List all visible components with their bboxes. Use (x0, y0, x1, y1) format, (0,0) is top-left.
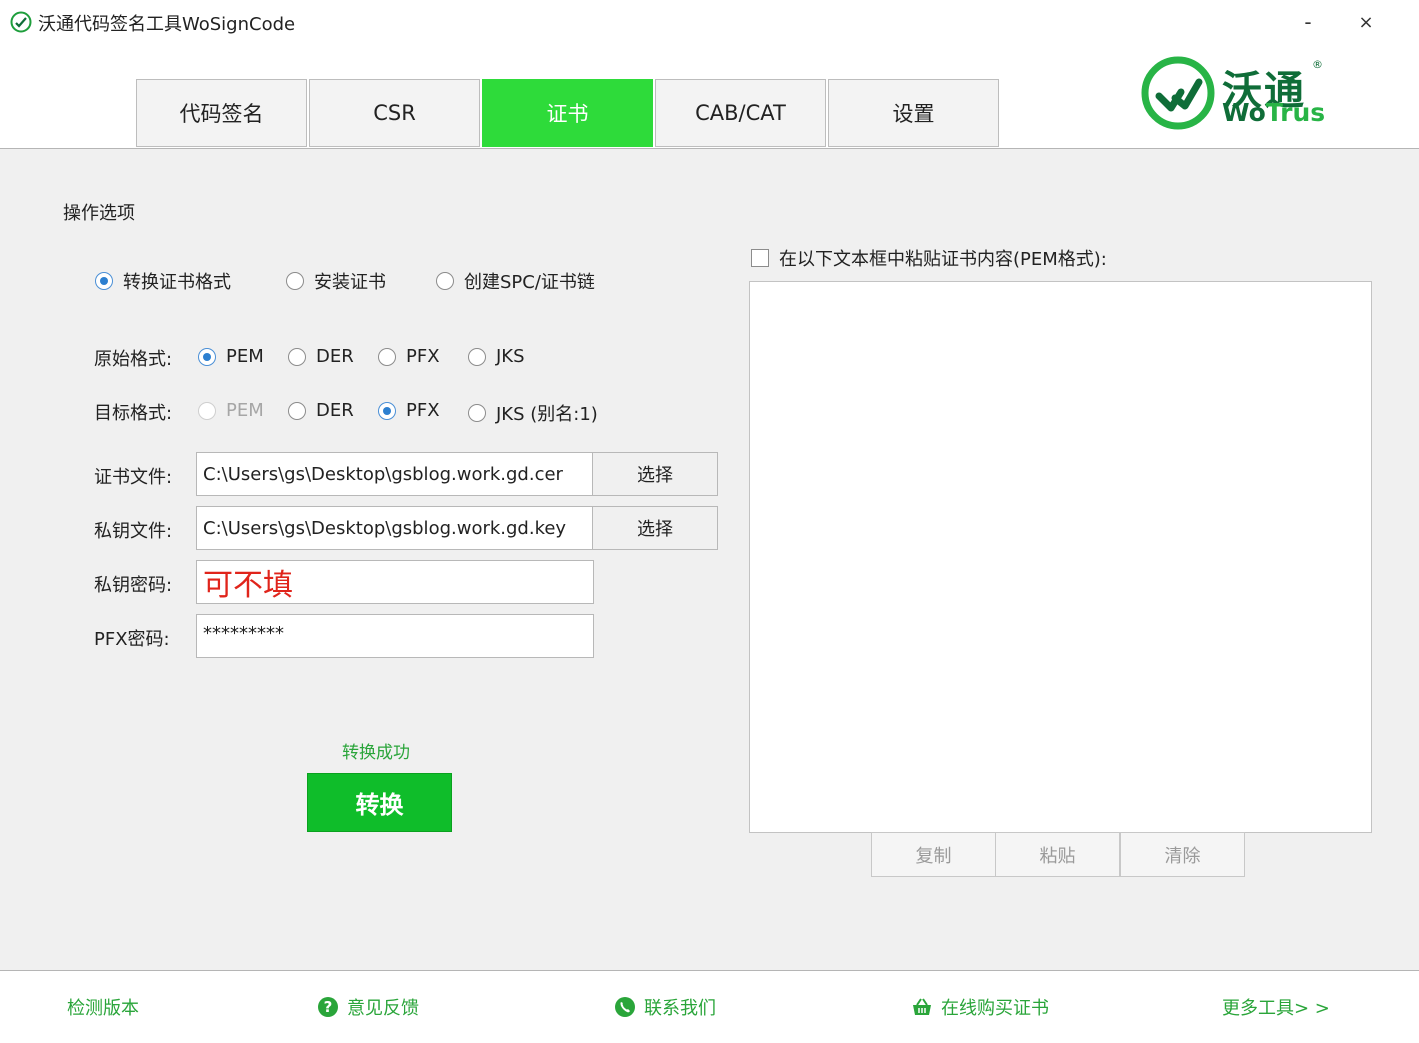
key-file-choose-button[interactable]: 选择 (592, 506, 718, 550)
paste-button[interactable]: 粘贴 (995, 832, 1120, 877)
check-version-label: 检测版本 (67, 998, 139, 1019)
minimize-button[interactable]: - (1296, 10, 1320, 38)
tab-cab-cat[interactable]: CAB/CAT (655, 79, 826, 147)
radio-indicator (288, 347, 306, 366)
radio-source-pfx[interactable]: PFX (378, 346, 440, 367)
radio-label: 创建SPC/证书链 (464, 272, 595, 293)
contact-label: 联系我们 (644, 998, 716, 1019)
target-format-label: 目标格式: (94, 403, 173, 424)
paste-pem-checkbox[interactable] (751, 249, 769, 267)
radio-label: DER (316, 400, 354, 421)
optional-annotation: 可不填 (203, 568, 293, 603)
radio-label: DER (316, 346, 354, 367)
buy-cert-link[interactable]: 在线购买证书 (911, 994, 1049, 1020)
radio-indicator (198, 401, 216, 420)
radio-indicator (378, 347, 396, 366)
pfx-password-label: PFX密码: (94, 629, 170, 650)
radio-target-pfx[interactable]: PFX (378, 400, 440, 421)
convert-button[interactable]: 转换 (307, 773, 452, 832)
pem-content-textarea[interactable] (749, 281, 1372, 833)
close-button[interactable]: × (1354, 12, 1378, 38)
shopping-basket-icon (913, 998, 931, 1015)
more-tools-label: 更多工具> > (1222, 998, 1330, 1019)
logo-text-en: WoTrus (1222, 98, 1325, 127)
feedback-link[interactable]: ? 意见反馈 (317, 994, 419, 1020)
clear-button[interactable]: 清除 (1120, 832, 1245, 877)
wotrus-logo-icon (1141, 56, 1215, 130)
cert-file-choose-button[interactable]: 选择 (592, 452, 718, 496)
copy-button[interactable]: 复制 (871, 832, 996, 877)
radio-label: 安装证书 (314, 272, 386, 293)
svg-text:?: ? (324, 998, 333, 1016)
buy-cert-label: 在线购买证书 (941, 998, 1049, 1019)
radio-label: PEM (226, 400, 264, 421)
check-version-link[interactable]: 检测版本 (67, 994, 139, 1020)
radio-label: PEM (226, 346, 264, 367)
radio-indicator (288, 401, 306, 420)
contact-link[interactable]: 联系我们 (614, 994, 716, 1020)
tab-csr[interactable]: CSR (309, 79, 480, 147)
radio-source-der[interactable]: DER (288, 346, 354, 367)
radio-install-cert[interactable]: 安装证书 (286, 268, 386, 294)
tab-certificate[interactable]: 证书 (482, 79, 653, 147)
source-format-label: 原始格式: (94, 349, 173, 370)
radio-label: PFX (406, 400, 440, 421)
logo-text-wo: Wo (1222, 98, 1266, 127)
radio-source-jks[interactable]: JKS (468, 346, 525, 367)
radio-target-pem: PEM (198, 400, 264, 421)
window-title: 沃通代码签名工具WoSignCode (38, 14, 296, 35)
key-password-input[interactable]: 可不填 (196, 560, 594, 604)
radio-indicator (468, 347, 486, 366)
radio-indicator (95, 272, 113, 290)
radio-target-der[interactable]: DER (288, 400, 354, 421)
radio-label: JKS (别名:1) (496, 404, 598, 425)
phone-icon (615, 997, 635, 1017)
radio-indicator (378, 401, 396, 420)
section-title: 操作选项 (63, 203, 135, 224)
tab-settings[interactable]: 设置 (828, 79, 999, 147)
cert-file-input[interactable]: C:\Users\gs\Desktop\gsblog.work.gd.cer (196, 452, 594, 496)
logo-registered-mark: ® (1312, 58, 1323, 71)
paste-pem-label: 在以下文本框中粘贴证书内容(PEM格式): (779, 249, 1107, 270)
key-file-input[interactable]: C:\Users\gs\Desktop\gsblog.work.gd.key (196, 506, 594, 550)
radio-source-pem[interactable]: PEM (198, 346, 264, 367)
tab-code-sign[interactable]: 代码签名 (136, 79, 307, 147)
convert-status-text: 转换成功 (342, 743, 410, 763)
radio-label: 转换证书格式 (123, 272, 231, 293)
help-icon: ? (318, 997, 338, 1017)
radio-create-spc[interactable]: 创建SPC/证书链 (436, 268, 595, 294)
key-password-label: 私钥密码: (94, 575, 173, 596)
radio-indicator (468, 404, 486, 422)
radio-label: JKS (496, 346, 525, 367)
radio-convert-format[interactable]: 转换证书格式 (95, 268, 231, 294)
cert-file-label: 证书文件: (94, 467, 173, 488)
radio-target-jks[interactable]: JKS (别名:1) (468, 400, 598, 426)
key-file-label: 私钥文件: (94, 521, 173, 542)
app-logo-icon (10, 11, 32, 33)
logo-text-trus: Trus (1265, 98, 1326, 127)
radio-indicator (286, 272, 304, 290)
radio-label: PFX (406, 346, 440, 367)
radio-indicator (436, 272, 454, 290)
feedback-label: 意见反馈 (347, 998, 419, 1019)
radio-indicator (198, 347, 216, 366)
pfx-password-input[interactable]: ********* (196, 614, 594, 658)
more-tools-link[interactable]: 更多工具> > (1222, 994, 1330, 1020)
